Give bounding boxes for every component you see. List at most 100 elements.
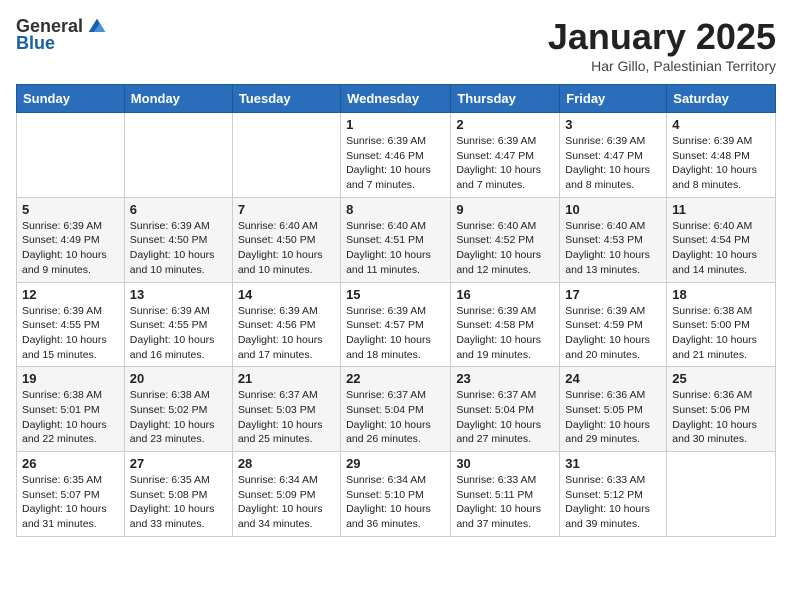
table-row: 20 Sunrise: 6:38 AM Sunset: 5:02 PM Dayli… — [124, 367, 232, 452]
day-info: Sunrise: 6:39 AM Sunset: 4:55 PM Dayligh… — [22, 304, 119, 363]
day-info: Sunrise: 6:40 AM Sunset: 4:52 PM Dayligh… — [456, 219, 554, 278]
table-row: 9 Sunrise: 6:40 AM Sunset: 4:52 PM Daylig… — [451, 197, 560, 282]
day-info: Sunrise: 6:39 AM Sunset: 4:49 PM Dayligh… — [22, 219, 119, 278]
day-info: Sunrise: 6:39 AM Sunset: 4:47 PM Dayligh… — [565, 134, 661, 193]
calendar-week-row: 26 Sunrise: 6:35 AM Sunset: 5:07 PM Dayli… — [17, 452, 776, 537]
table-row — [124, 113, 232, 198]
day-info: Sunrise: 6:40 AM Sunset: 4:50 PM Dayligh… — [238, 219, 335, 278]
col-tuesday: Tuesday — [232, 85, 340, 113]
table-row: 6Sunrise: 6:39 AM Sunset: 4:50 PM Daylig… — [124, 197, 232, 282]
table-row: 7 Sunrise: 6:40 AM Sunset: 4:50 PM Daylig… — [232, 197, 340, 282]
day-number: 17 — [565, 287, 661, 302]
calendar-week-row: 19Sunrise: 6:38 AM Sunset: 5:01 PM Dayli… — [17, 367, 776, 452]
day-number: 11 — [672, 202, 770, 217]
table-row: 26 Sunrise: 6:35 AM Sunset: 5:07 PM Dayli… — [17, 452, 125, 537]
table-row: 27 Sunrise: 6:35 AM Sunset: 5:08 PM Dayli… — [124, 452, 232, 537]
day-info: Sunrise: 6:37 AM Sunset: 5:03 PM Dayligh… — [238, 388, 335, 447]
day-number: 6 — [130, 202, 227, 217]
day-number: 16 — [456, 287, 554, 302]
table-row: 15Sunrise: 6:39 AM Sunset: 4:57 PM Dayli… — [341, 282, 451, 367]
day-info: Sunrise: 6:37 AM Sunset: 5:04 PM Dayligh… — [346, 388, 445, 447]
table-row: 12 Sunrise: 6:39 AM Sunset: 4:55 PM Dayli… — [17, 282, 125, 367]
day-number: 28 — [238, 456, 335, 471]
day-info: Sunrise: 6:38 AM Sunset: 5:00 PM Dayligh… — [672, 304, 770, 363]
table-row: 2 Sunrise: 6:39 AM Sunset: 4:47 PM Daylig… — [451, 113, 560, 198]
table-row: 8 Sunrise: 6:40 AM Sunset: 4:51 PM Daylig… — [341, 197, 451, 282]
day-number: 21 — [238, 371, 335, 386]
day-number: 9 — [456, 202, 554, 217]
day-number: 30 — [456, 456, 554, 471]
day-info: Sunrise: 6:36 AM Sunset: 5:05 PM Dayligh… — [565, 388, 661, 447]
day-info: Sunrise: 6:39 AM Sunset: 4:46 PM Dayligh… — [346, 134, 445, 193]
day-number: 19 — [22, 371, 119, 386]
title-block: January 2025 Har Gillo, Palestinian Terr… — [548, 16, 776, 74]
table-row: 4 Sunrise: 6:39 AM Sunset: 4:48 PM Daylig… — [667, 113, 776, 198]
day-info: Sunrise: 6:39 AM Sunset: 4:48 PM Dayligh… — [672, 134, 770, 193]
table-row: 23 Sunrise: 6:37 AM Sunset: 5:04 PM Dayli… — [451, 367, 560, 452]
col-thursday: Thursday — [451, 85, 560, 113]
day-number: 24 — [565, 371, 661, 386]
page-header: General Blue January 2025 Har Gillo, Pal… — [16, 16, 776, 74]
table-row: 18 Sunrise: 6:38 AM Sunset: 5:00 PM Dayli… — [667, 282, 776, 367]
logo-icon — [87, 17, 107, 37]
table-row: 10Sunrise: 6:40 AM Sunset: 4:53 PM Dayli… — [560, 197, 667, 282]
logo: General Blue — [16, 16, 107, 54]
table-row: 19Sunrise: 6:38 AM Sunset: 5:01 PM Dayli… — [17, 367, 125, 452]
day-info: Sunrise: 6:37 AM Sunset: 5:04 PM Dayligh… — [456, 388, 554, 447]
day-number: 4 — [672, 117, 770, 132]
col-wednesday: Wednesday — [341, 85, 451, 113]
day-number: 26 — [22, 456, 119, 471]
table-row: 1Sunrise: 6:39 AM Sunset: 4:46 PM Daylig… — [341, 113, 451, 198]
table-row: 24 Sunrise: 6:36 AM Sunset: 5:05 PM Dayli… — [560, 367, 667, 452]
day-info: Sunrise: 6:39 AM Sunset: 4:55 PM Dayligh… — [130, 304, 227, 363]
day-number: 10 — [565, 202, 661, 217]
day-number: 8 — [346, 202, 445, 217]
day-number: 5 — [22, 202, 119, 217]
day-info: Sunrise: 6:39 AM Sunset: 4:47 PM Dayligh… — [456, 134, 554, 193]
col-saturday: Saturday — [667, 85, 776, 113]
page-subtitle: Har Gillo, Palestinian Territory — [548, 58, 776, 74]
table-row — [232, 113, 340, 198]
table-row: 17 Sunrise: 6:39 AM Sunset: 4:59 PM Dayli… — [560, 282, 667, 367]
logo-blue: Blue — [16, 33, 55, 54]
table-row: 5 Sunrise: 6:39 AM Sunset: 4:49 PM Daylig… — [17, 197, 125, 282]
day-number: 25 — [672, 371, 770, 386]
col-monday: Monday — [124, 85, 232, 113]
day-info: Sunrise: 6:35 AM Sunset: 5:08 PM Dayligh… — [130, 473, 227, 532]
day-info: Sunrise: 6:39 AM Sunset: 4:58 PM Dayligh… — [456, 304, 554, 363]
table-row: 16 Sunrise: 6:39 AM Sunset: 4:58 PM Dayli… — [451, 282, 560, 367]
day-number: 2 — [456, 117, 554, 132]
day-number: 15 — [346, 287, 445, 302]
calendar-week-row: 1Sunrise: 6:39 AM Sunset: 4:46 PM Daylig… — [17, 113, 776, 198]
calendar-week-row: 12 Sunrise: 6:39 AM Sunset: 4:55 PM Dayli… — [17, 282, 776, 367]
day-number: 7 — [238, 202, 335, 217]
table-row — [17, 113, 125, 198]
day-info: Sunrise: 6:38 AM Sunset: 5:02 PM Dayligh… — [130, 388, 227, 447]
day-number: 27 — [130, 456, 227, 471]
day-number: 18 — [672, 287, 770, 302]
table-row: 30Sunrise: 6:33 AM Sunset: 5:11 PM Dayli… — [451, 452, 560, 537]
day-number: 23 — [456, 371, 554, 386]
page-title: January 2025 — [548, 16, 776, 58]
table-row: 14 Sunrise: 6:39 AM Sunset: 4:56 PM Dayli… — [232, 282, 340, 367]
day-number: 14 — [238, 287, 335, 302]
day-info: Sunrise: 6:39 AM Sunset: 4:59 PM Dayligh… — [565, 304, 661, 363]
day-info: Sunrise: 6:35 AM Sunset: 5:07 PM Dayligh… — [22, 473, 119, 532]
col-sunday: Sunday — [17, 85, 125, 113]
day-number: 3 — [565, 117, 661, 132]
table-row: 21 Sunrise: 6:37 AM Sunset: 5:03 PM Dayli… — [232, 367, 340, 452]
day-number: 12 — [22, 287, 119, 302]
table-row: 22 Sunrise: 6:37 AM Sunset: 5:04 PM Dayli… — [341, 367, 451, 452]
day-info: Sunrise: 6:34 AM Sunset: 5:10 PM Dayligh… — [346, 473, 445, 532]
table-row — [667, 452, 776, 537]
calendar-week-row: 5 Sunrise: 6:39 AM Sunset: 4:49 PM Daylig… — [17, 197, 776, 282]
day-number: 22 — [346, 371, 445, 386]
day-number: 20 — [130, 371, 227, 386]
calendar-header-row: Sunday Monday Tuesday Wednesday Thursday… — [17, 85, 776, 113]
table-row: 29Sunrise: 6:34 AM Sunset: 5:10 PM Dayli… — [341, 452, 451, 537]
day-info: Sunrise: 6:40 AM Sunset: 4:51 PM Dayligh… — [346, 219, 445, 278]
table-row: 31Sunrise: 6:33 AM Sunset: 5:12 PM Dayli… — [560, 452, 667, 537]
day-info: Sunrise: 6:40 AM Sunset: 4:54 PM Dayligh… — [672, 219, 770, 278]
table-row: 11 Sunrise: 6:40 AM Sunset: 4:54 PM Dayli… — [667, 197, 776, 282]
day-info: Sunrise: 6:39 AM Sunset: 4:56 PM Dayligh… — [238, 304, 335, 363]
